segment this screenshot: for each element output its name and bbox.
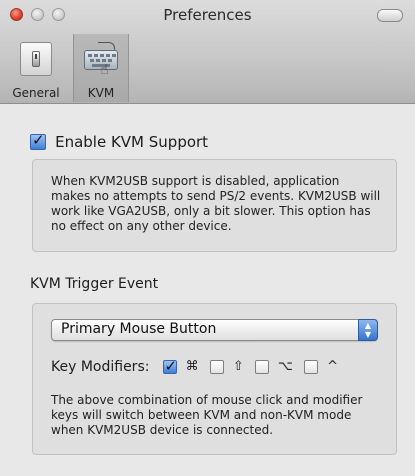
- key-modifiers-row: Key Modifiers: ⌘ ⇧ ⌥ ^: [51, 356, 344, 376]
- option-modifier-checkbox[interactable]: [254, 359, 269, 374]
- enable-description-box: When KVM2USB support is disabled, applic…: [32, 159, 397, 252]
- toolbar-item-label: General: [12, 86, 60, 100]
- keyboard-icon: ☝: [84, 40, 120, 78]
- shift-modifier-checkbox[interactable]: [209, 359, 224, 374]
- toolbar-item-kvm[interactable]: ☝ KVM: [73, 34, 129, 102]
- toolbar-toggle-button[interactable]: [377, 9, 403, 22]
- chevron-up-down-icon: ▲ ▼: [358, 319, 378, 341]
- trigger-section-title: KVM Trigger Event: [30, 276, 159, 292]
- trigger-event-selected: Primary Mouse Button: [61, 321, 217, 337]
- window-toolbar: Preferences General ☝ KVM: [0, 0, 415, 104]
- enable-kvm-checkbox[interactable]: [30, 131, 46, 150]
- general-switch-icon: [20, 42, 52, 76]
- control-key-icon: ^: [327, 359, 338, 374]
- control-modifier-checkbox[interactable]: [304, 359, 318, 374]
- toolbar-item-general[interactable]: General: [0, 34, 72, 102]
- trigger-event-box: Primary Mouse Button ▲▼ Key Modifiers: ⌘…: [32, 303, 397, 455]
- trigger-event-popup[interactable]: Primary Mouse Button ▲ ▼: [51, 319, 378, 341]
- enable-description-text: When KVM2USB support is disabled, applic…: [51, 174, 381, 233]
- command-key-icon: ⌘: [185, 359, 199, 374]
- command-modifier-checkbox[interactable]: [162, 357, 177, 375]
- option-key-icon: ⌥: [277, 359, 293, 374]
- shift-key-icon: ⇧: [232, 359, 244, 374]
- preferences-window: Preferences General ☝ KVM Enable KVM Sup: [0, 0, 415, 476]
- toolbar-item-label: KVM: [87, 86, 115, 100]
- trigger-description-text: The above combination of mouse click and…: [51, 393, 363, 437]
- enable-kvm-label[interactable]: Enable KVM Support: [55, 133, 208, 151]
- key-modifiers-label: Key Modifiers:: [51, 358, 150, 375]
- window-title: Preferences: [163, 6, 252, 24]
- enable-kvm-row[interactable]: Enable KVM Support: [30, 131, 208, 151]
